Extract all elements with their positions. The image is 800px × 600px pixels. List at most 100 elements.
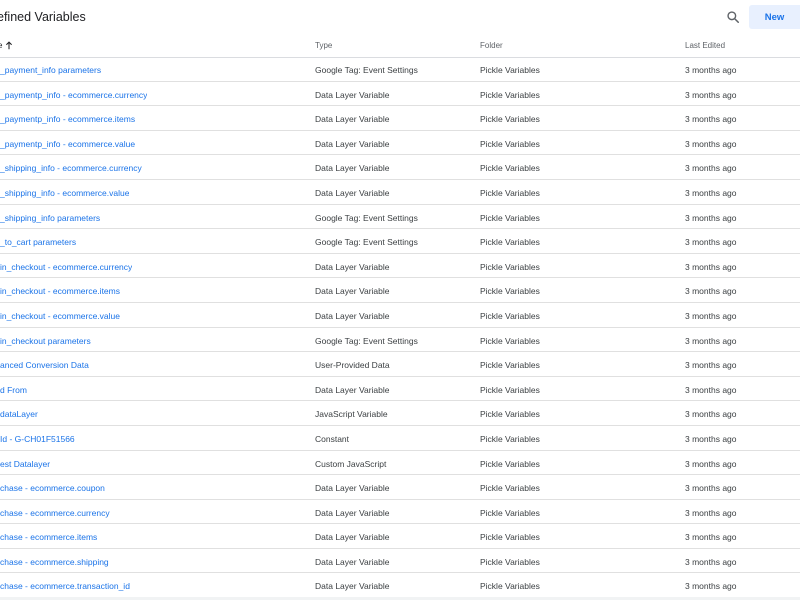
table-row[interactable]: _shipping_info - ecommerce.value Data Lay… [0,180,800,205]
variable-folder-cell: Pickle Variables [480,261,540,272]
table-row[interactable]: _to_cart parameters Google Tag: Event Set… [0,229,800,254]
variable-folder-cell: Pickle Variables [480,433,540,444]
variable-folder-cell: Pickle Variables [480,114,540,125]
variable-folder-cell: Pickle Variables [480,507,540,518]
variable-type-cell: Google Tag: Event Settings [315,212,418,223]
variable-type-cell: Data Layer Variable [315,581,390,592]
table-row[interactable]: dataLayer JavaScript Variable Pickle Varia… [0,401,800,426]
variable-folder-cell: Pickle Variables [480,581,540,592]
variable-name-link[interactable]: _paymentp_info - ecommerce.items [0,114,135,124]
table-row[interactable]: d From Data Layer Variable Pickle Variable… [0,377,800,402]
variable-type-cell: Data Layer Variable [315,310,390,321]
variable-last-edited-cell: 3 months ago [685,507,737,518]
table-row[interactable]: Id - G-CH01F51566 Constant Pickle Variable… [0,426,800,451]
variable-folder-cell: Pickle Variables [480,483,540,494]
table-row[interactable]: chase - ecommerce.transaction_id Data Lay… [0,573,800,599]
variable-type-cell: Data Layer Variable [315,483,390,494]
table-row[interactable]: chase - ecommerce.currency Data Layer Var… [0,500,800,525]
variable-last-edited-cell: 3 months ago [685,384,737,395]
variable-name-link[interactable]: in_checkout parameters [0,336,91,346]
variable-type-cell: Custom JavaScript [315,458,387,469]
variable-name-link[interactable]: dataLayer [0,409,38,419]
column-header-last-edited[interactable]: Last Edited [685,41,725,50]
table-row[interactable]: _shipping_info parameters Google Tag: Eve… [0,205,800,230]
new-button[interactable]: New [749,5,800,29]
variable-last-edited-cell: 3 months ago [685,335,737,346]
variable-name-link[interactable]: in_checkout - ecommerce.items [0,286,120,296]
column-header-name[interactable]: e [0,41,13,50]
variable-folder-cell: Pickle Variables [480,286,540,297]
variable-type-cell: Data Layer Variable [315,286,390,297]
variable-name-link[interactable]: _paymentp_info - ecommerce.value [0,139,135,149]
variable-name-link[interactable]: _shipping_info - ecommerce.currency [0,163,142,173]
variable-last-edited-cell: 3 months ago [685,433,737,444]
variable-folder-cell: Pickle Variables [480,163,540,174]
variable-type-cell: Data Layer Variable [315,163,390,174]
table-row[interactable]: in_checkout parameters Google Tag: Event … [0,328,800,353]
variable-type-cell: Data Layer Variable [315,556,390,567]
variable-last-edited-cell: 3 months ago [685,237,737,248]
variable-name-link[interactable]: _shipping_info parameters [0,213,100,223]
variable-name-link[interactable]: d From [0,385,27,395]
variable-name-link[interactable]: chase - ecommerce.transaction_id [0,581,130,591]
variable-name-link[interactable]: chase - ecommerce.coupon [0,483,105,493]
variable-name-link[interactable]: Id - G-CH01F51566 [0,434,75,444]
variable-name-link[interactable]: chase - ecommerce.items [0,532,97,542]
table-row[interactable]: anced Conversion Data User-Provided Data P… [0,352,800,377]
variable-last-edited-cell: 3 months ago [685,65,737,75]
table-row[interactable]: _paymentp_info - ecommerce.items Data Lay… [0,106,800,131]
page-title: efined Variables [0,10,86,24]
search-icon [727,11,740,24]
variable-type-cell: JavaScript Variable [315,409,388,420]
table-row[interactable]: _paymentp_info - ecommerce.currency Data … [0,82,800,107]
column-header-type[interactable]: Type [315,41,332,50]
variable-folder-cell: Pickle Variables [480,360,540,371]
table-row[interactable]: chase - ecommerce.items Data Layer Variab… [0,524,800,549]
variable-folder-cell: Pickle Variables [480,409,540,420]
table-row[interactable]: _shipping_info - ecommerce.currency Data … [0,155,800,180]
variable-type-cell: Data Layer Variable [315,261,390,272]
variable-last-edited-cell: 3 months ago [685,556,737,567]
variable-name-link[interactable]: chase - ecommerce.currency [0,508,110,518]
table-row[interactable]: in_checkout - ecommerce.currency Data Lay… [0,254,800,279]
table-row[interactable]: in_checkout - ecommerce.items Data Layer … [0,278,800,303]
variable-folder-cell: Pickle Variables [480,458,540,469]
variable-type-cell: Data Layer Variable [315,138,390,149]
variable-name-link[interactable]: _paymentp_info - ecommerce.currency [0,90,147,100]
table-row[interactable]: chase - ecommerce.shipping Data Layer Var… [0,549,800,574]
variable-last-edited-cell: 3 months ago [685,286,737,297]
search-button[interactable] [722,6,744,28]
sort-ascending-icon [6,41,13,50]
variable-last-edited-cell: 3 months ago [685,409,737,420]
variable-type-cell: Google Tag: Event Settings [315,65,418,75]
variable-type-cell: Data Layer Variable [315,187,390,198]
variable-folder-cell: Pickle Variables [480,335,540,346]
column-header-folder[interactable]: Folder [480,41,503,50]
variable-last-edited-cell: 3 months ago [685,261,737,272]
variable-type-cell: Constant [315,433,350,444]
variable-name-link[interactable]: chase - ecommerce.shipping [0,557,109,567]
column-header-name-label: e [0,41,3,50]
table-row[interactable]: est Datalayer Custom JavaScript Pickle Var… [0,451,800,476]
variable-type-cell: Data Layer Variable [315,114,390,125]
table-row[interactable]: in_checkout - ecommerce.value Data Layer … [0,303,800,328]
variable-name-link[interactable]: _shipping_info - ecommerce.value [0,188,129,198]
variable-name-link[interactable]: _to_cart parameters [0,237,76,247]
variable-folder-cell: Pickle Variables [480,310,540,321]
variable-type-cell: Data Layer Variable [315,507,390,518]
variable-name-link[interactable]: _payment_info parameters [0,65,101,75]
variable-type-cell: Data Layer Variable [315,532,390,543]
variable-type-cell: User-Provided Data [315,360,390,371]
variable-name-link[interactable]: in_checkout - ecommerce.value [0,311,120,321]
table-row[interactable]: chase - ecommerce.coupon Data Layer Varia… [0,475,800,500]
variable-folder-cell: Pickle Variables [480,237,540,248]
table-row[interactable]: _paymentp_info - ecommerce.value Data Lay… [0,131,800,156]
page-header: efined Variables New [0,0,800,33]
variable-last-edited-cell: 3 months ago [685,114,737,125]
table-row[interactable]: _payment_info parameters Google Tag: Even… [0,57,800,82]
variable-name-link[interactable]: in_checkout - ecommerce.currency [0,262,132,272]
variable-name-link[interactable]: anced Conversion Data [0,360,89,370]
variable-name-link[interactable]: est Datalayer [0,459,50,469]
variable-last-edited-cell: 3 months ago [685,458,737,469]
variable-last-edited-cell: 3 months ago [685,581,737,592]
